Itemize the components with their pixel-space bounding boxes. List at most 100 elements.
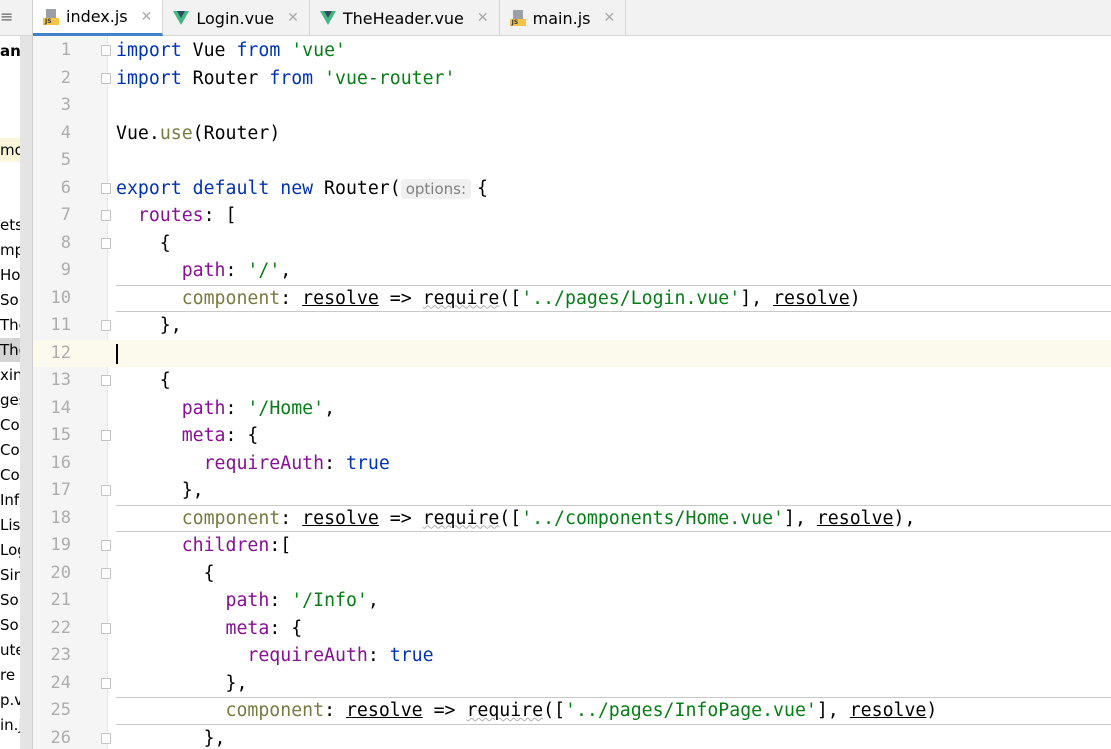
project-tree-item[interactable]: Com <box>0 438 20 462</box>
code-line[interactable]: 8 { <box>33 230 1111 258</box>
close-icon[interactable]: ✕ <box>287 10 299 26</box>
project-tree-item[interactable]: re <box>0 663 20 687</box>
project-tree-item[interactable]: Song <box>0 288 20 312</box>
project-tree-item[interactable]: Song <box>0 613 20 637</box>
code-token: , <box>324 397 336 419</box>
code-line[interactable]: 16 requireAuth: true <box>33 450 1111 478</box>
project-tree-item[interactable]: xins <box>0 363 20 387</box>
project-tree-item[interactable]: Hom <box>0 263 20 287</box>
tab-index-js[interactable]: JS index.js ✕ <box>33 0 164 36</box>
code-line[interactable]: 20 { <box>33 560 1111 588</box>
fold-end-icon[interactable] <box>101 72 111 84</box>
code-token: ) <box>849 287 861 309</box>
code-line[interactable]: 6 export default new Router(options:{ <box>33 175 1111 203</box>
line-number: 21 <box>50 590 71 610</box>
fold-end-icon[interactable] <box>101 732 111 744</box>
code-line[interactable]: 24 }, <box>33 670 1111 698</box>
code-token: { <box>477 177 488 199</box>
line-number: 16 <box>50 452 71 473</box>
code-token: export default new <box>116 177 325 199</box>
project-tree-item[interactable]: Colle <box>0 413 20 437</box>
code-line[interactable]: 21 path: '/Info', <box>33 587 1111 615</box>
code-line[interactable]: 9 path: '/', <box>33 257 1111 285</box>
close-icon[interactable]: ✕ <box>603 10 615 26</box>
project-tree-item[interactable]: Song <box>0 588 20 612</box>
code-line[interactable]: 13 { <box>33 367 1111 395</box>
code-line[interactable]: 10 component: resolve => require(['../pa… <box>33 284 1111 312</box>
project-tree-item[interactable]: mpor <box>0 238 20 262</box>
project-tree-item[interactable]: mod <box>0 138 20 162</box>
line-number: 17 <box>50 480 71 500</box>
tab-theheader-vue[interactable]: TheHeader.vue ✕ <box>310 0 500 36</box>
project-tree-item[interactable]: Cons <box>0 463 20 487</box>
fold-end-icon[interactable] <box>101 320 111 331</box>
code-line[interactable]: 2 import Router from 'vue-router' <box>33 65 1111 93</box>
collapse-icon[interactable]: ≡ <box>0 0 32 36</box>
code-line[interactable]: 15 meta: { <box>33 422 1111 450</box>
code-token: component <box>181 287 281 309</box>
fold-collapse-icon[interactable] <box>101 237 111 249</box>
code-token: : <box>280 507 303 529</box>
code-token: , <box>280 260 292 281</box>
fold-collapse-icon[interactable] <box>101 567 111 579</box>
code-line[interactable]: 14 path: '/Home', <box>33 395 1111 423</box>
code-line[interactable]: 4 Vue.use(Router) <box>33 120 1111 148</box>
code-token: Router( <box>324 177 401 199</box>
code-line[interactable]: 12 <box>33 339 1111 367</box>
fold-end-icon[interactable] <box>101 677 111 689</box>
fold-end-icon[interactable] <box>101 485 111 496</box>
code-line[interactable]: 5 <box>33 147 1111 175</box>
project-tree-item[interactable]: in.js <box>0 713 20 737</box>
tab-label: TheHeader.vue <box>342 8 464 28</box>
code-line[interactable]: 17 }, <box>33 477 1111 505</box>
code-token: :[ <box>269 535 292 556</box>
project-tree-item[interactable]: InfoP <box>0 488 20 512</box>
code-line[interactable]: 25 component: resolve => require(['../pa… <box>33 697 1111 725</box>
fold-collapse-icon[interactable] <box>101 210 111 221</box>
code-token: => <box>378 287 423 309</box>
parameter-hint: options: <box>400 178 472 199</box>
sidebar-scrollbar[interactable] <box>20 36 32 749</box>
project-tree-item[interactable]: Sing <box>0 563 20 587</box>
code-line[interactable]: 11 }, <box>33 312 1111 340</box>
code-token: requireAuth <box>247 645 368 666</box>
fold-collapse-icon[interactable] <box>101 182 111 194</box>
code-line[interactable]: 18 component: resolve => require(['../co… <box>33 504 1111 533</box>
code-line[interactable]: 22 meta: { <box>33 615 1111 643</box>
code-editor[interactable]: 1 import Vue from 'vue' 2 import Router fro… <box>33 36 1111 749</box>
line-number: 5 <box>60 150 71 170</box>
code-line[interactable]: 7 routes: [ <box>33 202 1111 230</box>
line-number: 20 <box>50 562 71 583</box>
project-tree-item[interactable]: ges <box>0 388 20 412</box>
code-token: import <box>116 67 193 89</box>
code-line[interactable]: 3 <box>33 92 1111 120</box>
fold-collapse-icon[interactable] <box>101 540 111 551</box>
code-token: Vue <box>192 40 237 61</box>
project-tree-item[interactable]: uter <box>0 638 20 662</box>
project-tree-item[interactable]: ListS <box>0 513 20 537</box>
code-token: path <box>225 590 270 611</box>
tab-main-js[interactable]: JS main.js ✕ <box>500 0 627 36</box>
code-line[interactable]: 1 import Vue from 'vue' <box>33 37 1111 65</box>
line-number: 10 <box>50 287 71 308</box>
project-tree-item[interactable]: ets <box>0 213 20 237</box>
code-line[interactable]: 26 }, <box>33 725 1111 749</box>
project-tree-item[interactable]: Logi <box>0 538 20 562</box>
fold-collapse-icon[interactable] <box>101 622 111 634</box>
code-token: (Router) <box>192 122 281 144</box>
fold-collapse-icon[interactable] <box>101 45 111 56</box>
fold-collapse-icon[interactable] <box>101 430 111 441</box>
code-line[interactable]: 19 children:[ <box>33 532 1111 560</box>
close-icon[interactable]: ✕ <box>141 9 153 25</box>
close-icon[interactable]: ✕ <box>477 10 489 26</box>
project-tree-item[interactable]: anag <box>0 39 20 63</box>
code-line[interactable]: 23 requireAuth: true <box>33 642 1111 670</box>
project-tree-item[interactable]: TheH <box>0 338 20 362</box>
tab-login-vue[interactable]: Login.vue ✕ <box>163 0 310 36</box>
fold-collapse-icon[interactable] <box>101 375 111 386</box>
project-tree-item[interactable]: TheA <box>0 313 20 337</box>
project-tree-item[interactable]: p.vue <box>0 688 20 712</box>
code-text: component: resolve => require(['../compo… <box>116 505 916 533</box>
